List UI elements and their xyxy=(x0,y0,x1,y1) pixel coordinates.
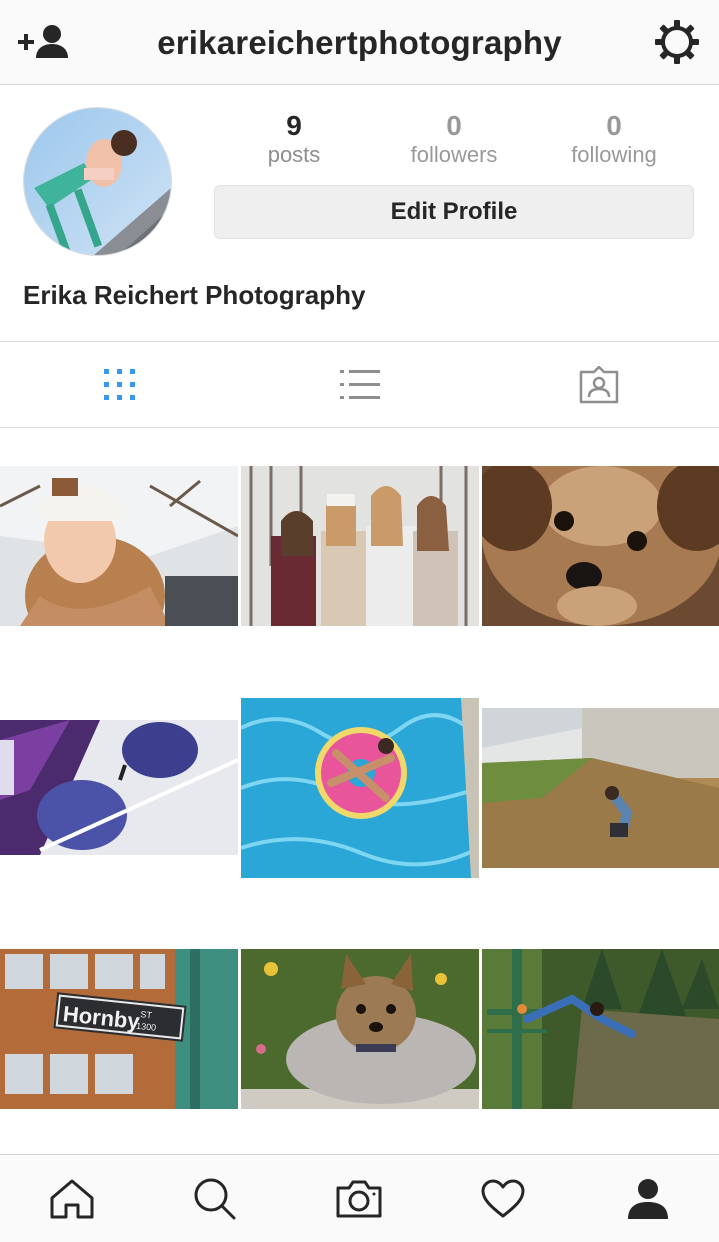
bottom-nav xyxy=(0,1154,719,1242)
post-thumbnail[interactable] xyxy=(241,466,479,626)
post-thumbnail[interactable] xyxy=(241,949,479,1109)
top-bar: erikareichertphotography xyxy=(0,0,719,85)
street-sign-st: ST xyxy=(140,1009,153,1020)
nav-profile[interactable] xyxy=(576,1155,719,1242)
posts-stat[interactable]: 9 posts xyxy=(224,110,364,168)
post-thumbnail[interactable] xyxy=(241,698,479,878)
gear-icon[interactable] xyxy=(653,18,701,66)
nav-home[interactable] xyxy=(0,1155,143,1242)
following-label: following xyxy=(571,142,657,167)
following-count: 0 xyxy=(606,110,622,141)
home-icon xyxy=(50,1179,93,1218)
following-stat[interactable]: 0 following xyxy=(544,110,684,168)
followers-label: followers xyxy=(410,142,498,167)
tab-list[interactable] xyxy=(240,342,480,427)
grid-icon xyxy=(104,368,135,400)
tab-grid[interactable] xyxy=(0,342,240,427)
profile-tabs xyxy=(0,341,719,428)
tab-tagged[interactable] xyxy=(479,342,719,427)
nav-camera[interactable] xyxy=(287,1155,430,1242)
tagged-icon xyxy=(579,365,619,403)
nav-search[interactable] xyxy=(143,1155,286,1242)
post-thumbnail[interactable] xyxy=(482,949,719,1109)
search-icon xyxy=(194,1178,235,1219)
list-icon xyxy=(340,369,380,399)
profile-username: erikareichertphotography xyxy=(157,24,562,61)
camera-icon xyxy=(336,1180,381,1217)
display-name: Erika Reichert Photography xyxy=(23,280,366,310)
nav-activity[interactable] xyxy=(431,1155,574,1242)
post-thumbnail[interactable] xyxy=(0,466,238,626)
edit-profile-button[interactable]: Edit Profile xyxy=(214,185,694,239)
posts-label: posts xyxy=(267,142,321,167)
post-thumbnail[interactable] xyxy=(482,466,719,626)
post-thumbnail[interactable] xyxy=(0,720,238,855)
post-thumbnail[interactable] xyxy=(482,708,719,868)
heart-icon xyxy=(481,1179,524,1217)
avatar[interactable] xyxy=(23,107,172,256)
followers-count: 0 xyxy=(446,110,462,141)
post-thumbnail[interactable]: Hornby ST 1300 xyxy=(0,949,238,1109)
posts-count: 9 xyxy=(286,110,302,141)
street-sign-number: 1300 xyxy=(136,1021,157,1033)
followers-stat[interactable]: 0 followers xyxy=(384,110,524,168)
profile-icon xyxy=(627,1178,668,1219)
